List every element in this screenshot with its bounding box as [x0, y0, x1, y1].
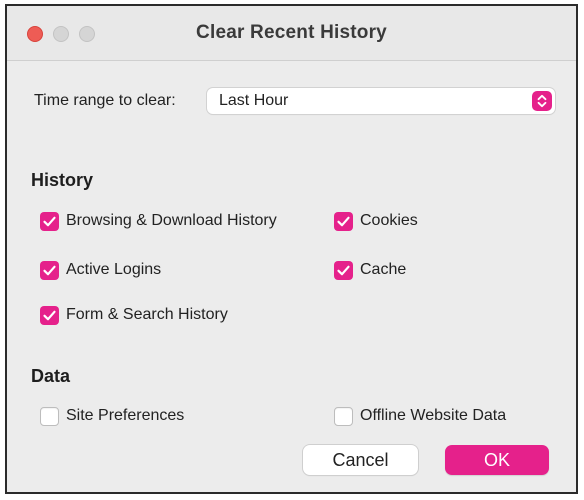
checkbox-cache[interactable]: Cache	[334, 259, 406, 281]
data-heading: Data	[31, 366, 71, 386]
checkmark-icon[interactable]	[334, 211, 353, 231]
checkbox-label: Cookies	[360, 212, 418, 229]
title-bar[interactable]: Clear Recent History	[7, 6, 576, 61]
history-heading: History	[31, 170, 94, 190]
checkbox-label: Offline Website Data	[360, 407, 507, 424]
checkmark-icon[interactable]	[40, 211, 59, 231]
checkbox-box[interactable]	[334, 406, 353, 426]
cancel-button[interactable]: Cancel	[303, 445, 418, 475]
checkbox-active-logins[interactable]: Active Logins	[40, 259, 161, 281]
time-range-label: Time range to clear:	[34, 92, 176, 109]
checkmark-icon[interactable]	[40, 305, 59, 325]
checkbox-label: Cache	[360, 261, 407, 278]
checkmark-icon[interactable]	[40, 260, 59, 280]
checkbox-site-preferences[interactable]: Site Preferences	[40, 405, 184, 427]
checkbox-label: Site Preferences	[66, 407, 185, 424]
dialog-content: Time range to clear: Last Hour History B…	[7, 61, 576, 492]
time-range-select[interactable]: Last Hour	[207, 88, 555, 114]
chevron-up-down-icon	[532, 91, 552, 111]
checkbox-form-search-history[interactable]: Form & Search History	[40, 304, 228, 326]
ok-button[interactable]: OK	[445, 445, 549, 475]
checkbox-label: Active Logins	[66, 261, 162, 278]
checkbox-label: Browsing & Download History	[66, 212, 277, 229]
checkbox-offline-website-data[interactable]: Offline Website Data	[334, 405, 506, 427]
checkbox-label: Form & Search History	[66, 306, 228, 323]
checkbox-cookies[interactable]: Cookies	[334, 210, 418, 232]
checkmark-icon[interactable]	[334, 260, 353, 280]
window-title: Clear Recent History	[196, 22, 387, 43]
checkbox-box[interactable]	[40, 406, 59, 426]
checkbox-browsing-download-history[interactable]: Browsing & Download History	[40, 210, 277, 232]
clear-history-dialog: Clear Recent History Time range to clear…	[5, 4, 578, 494]
time-range-selected-value: Last Hour	[219, 92, 289, 109]
